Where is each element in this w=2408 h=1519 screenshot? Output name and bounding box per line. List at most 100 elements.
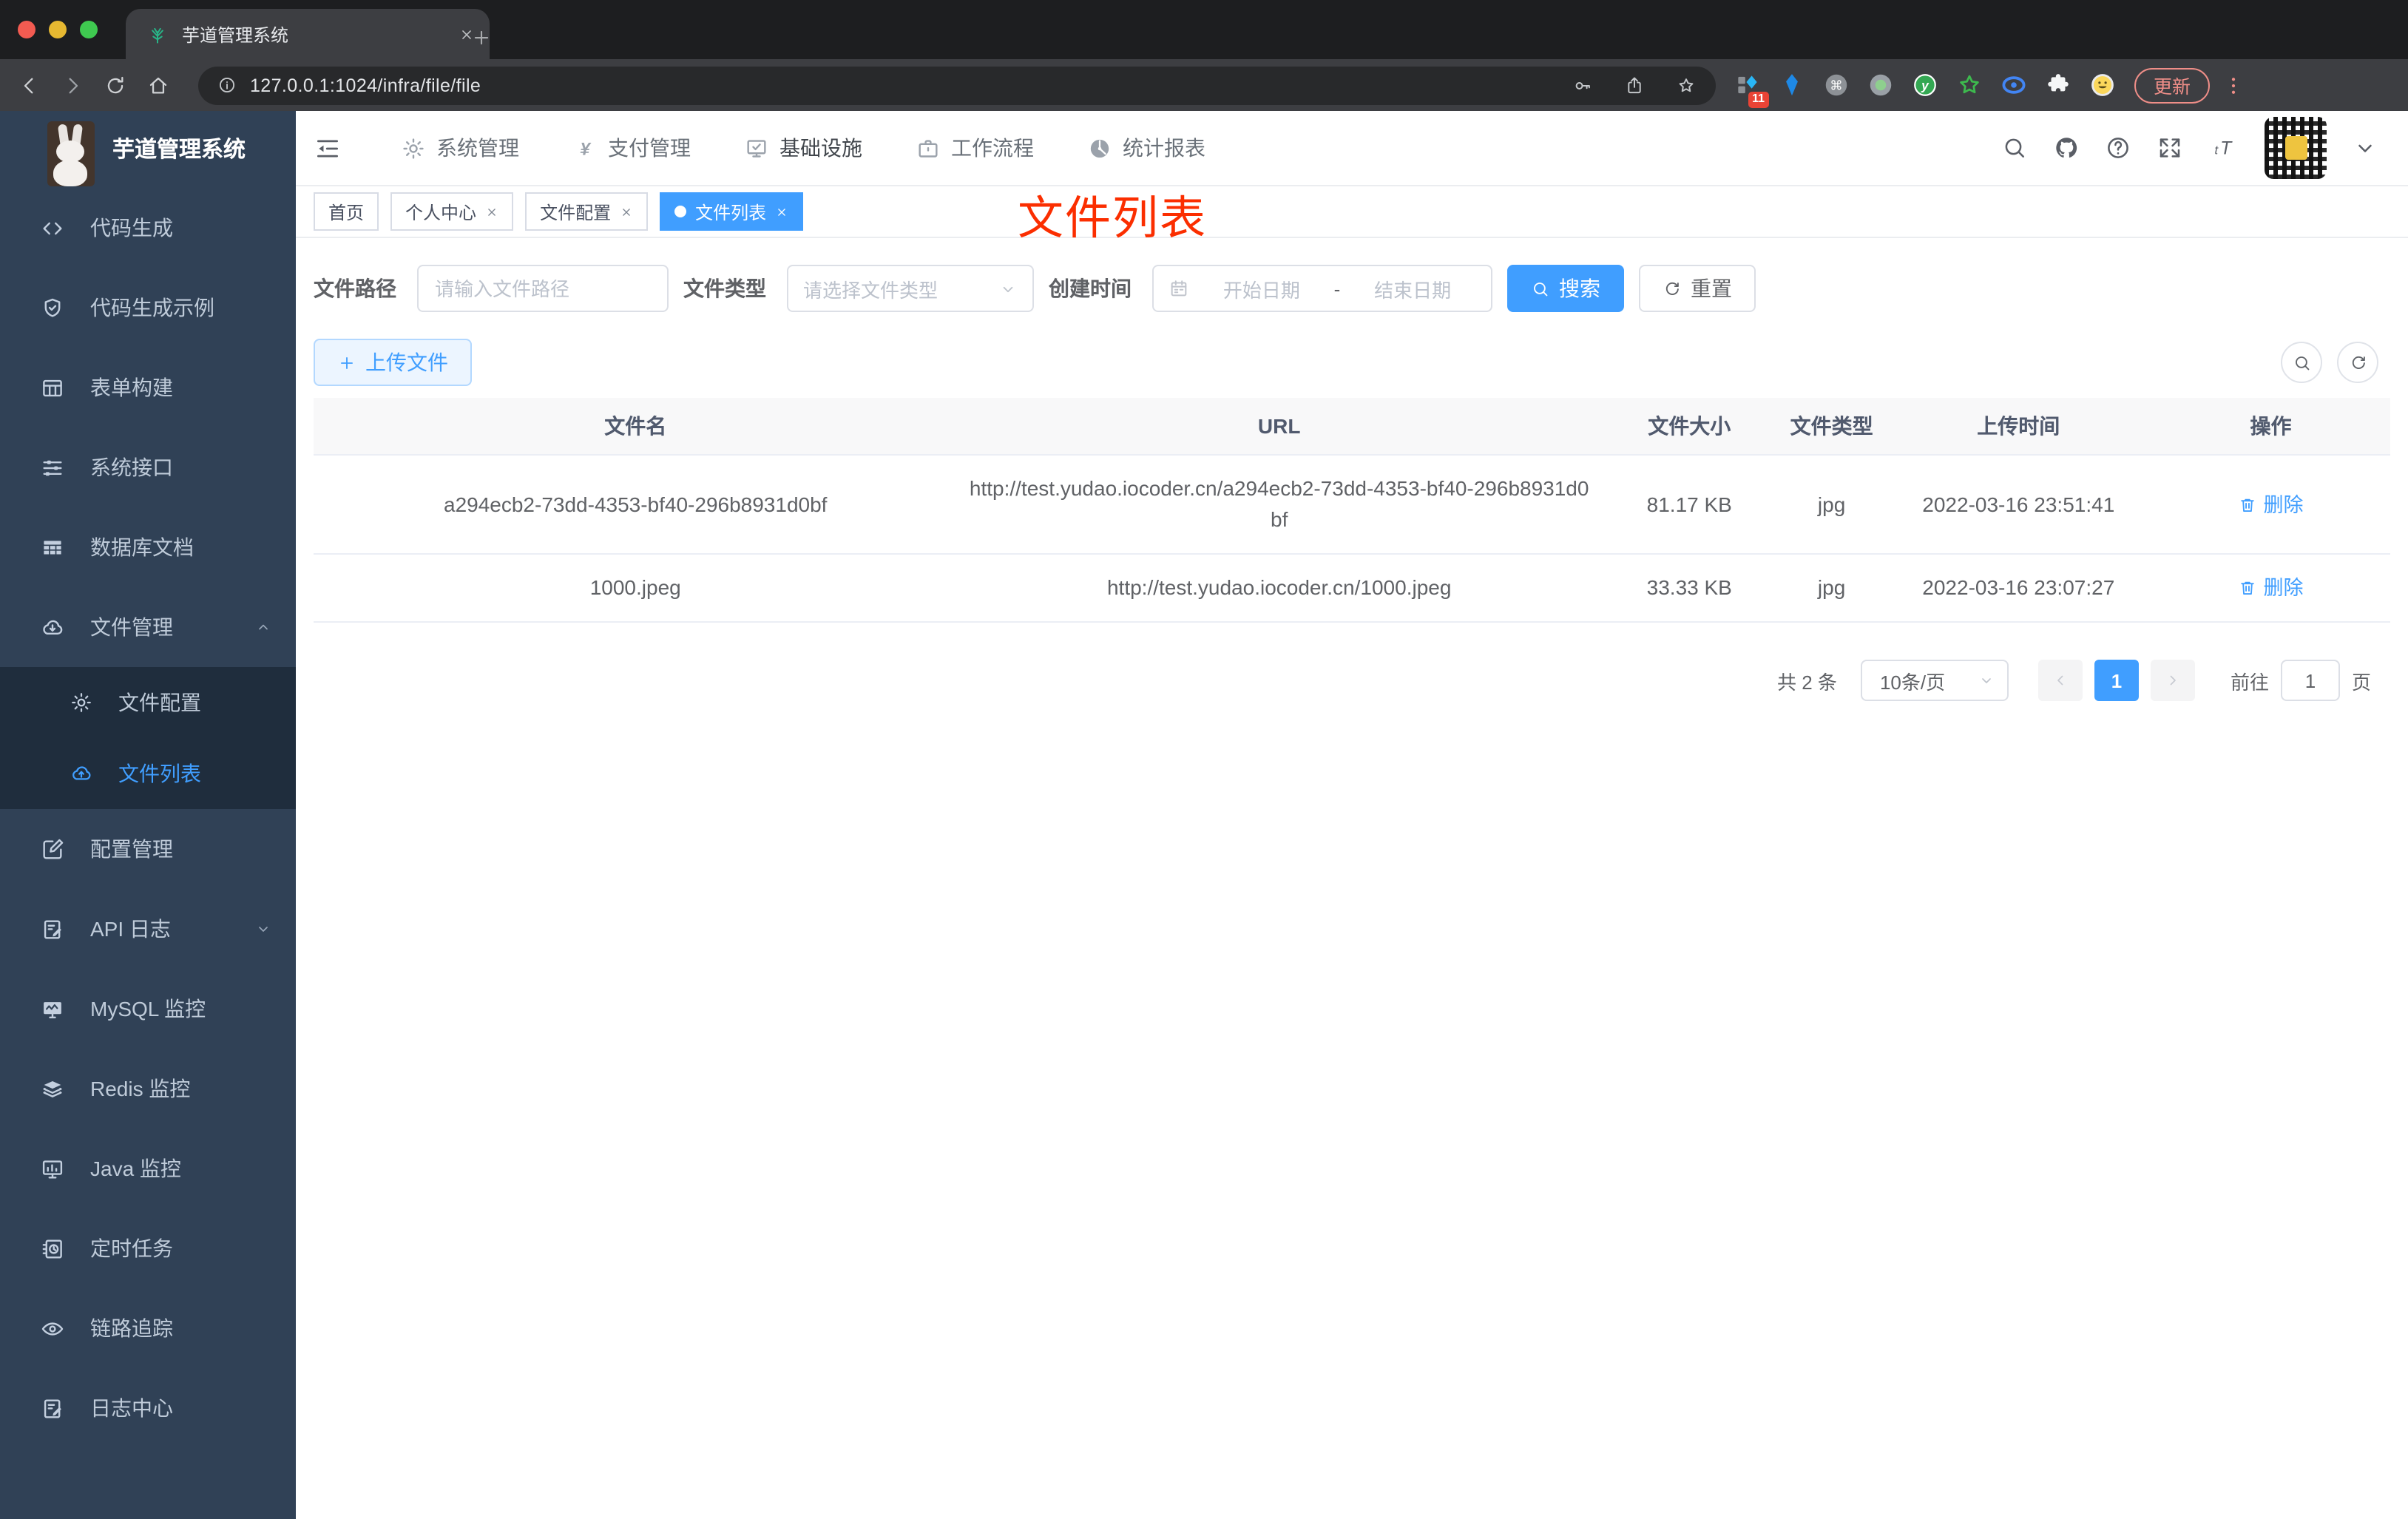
window-close-button[interactable] [18, 21, 35, 38]
top-nav-infrastructure[interactable]: 基础设施 [744, 133, 862, 163]
chevron-down-icon[interactable] [2352, 135, 2378, 161]
pagination-total: 共 2 条 [1777, 671, 1837, 693]
header-actions: tT [2001, 117, 2378, 179]
tag-file-config[interactable]: 文件配置 [525, 192, 649, 231]
tag-home[interactable]: 首页 [314, 192, 379, 231]
delete-button[interactable]: 删除 [2239, 572, 2304, 603]
page-size-value: 10条/页 [1879, 671, 1946, 693]
browser-menu-icon[interactable] [2222, 73, 2245, 97]
font-size-icon[interactable]: tT [2208, 135, 2235, 161]
help-icon[interactable] [2105, 135, 2131, 161]
reset-button[interactable]: 重置 [1639, 265, 1756, 312]
app-logo-row[interactable]: 芋道管理系统 [0, 111, 296, 186]
page-number-button[interactable]: 1 [2094, 660, 2139, 701]
file-path-input[interactable] [417, 265, 669, 312]
browser-toolbar: 127.0.0.1:1024/infra/file/file 11 ⌘ y 更新 [0, 59, 2408, 111]
extension-green-star-icon[interactable] [1955, 71, 1983, 99]
extension-emoji-icon[interactable] [2089, 71, 2117, 99]
top-nav-system[interactable]: 系统管理 [401, 133, 519, 163]
avatar-qr-image[interactable] [2265, 117, 2327, 179]
sidebar-item-tracing[interactable]: 链路追踪 [0, 1288, 296, 1368]
back-button[interactable] [18, 73, 41, 97]
reload-button[interactable] [104, 73, 127, 97]
sidebar-item-scheduled-tasks[interactable]: 定时任务 [0, 1208, 296, 1288]
extensions-puzzle-icon[interactable] [2044, 71, 2072, 99]
page-size-select[interactable]: 10条/页 [1860, 660, 2009, 701]
cell-type: jpg [1817, 575, 1846, 599]
address-bar[interactable]: 127.0.0.1:1024/infra/file/file [198, 66, 1716, 104]
top-nav-payment[interactable]: ¥ 支付管理 [572, 133, 691, 163]
database-table-icon [40, 535, 65, 560]
extension-command-icon[interactable]: ⌘ [1822, 71, 1850, 99]
top-nav-label: 工作流程 [951, 136, 1034, 160]
top-nav-reports[interactable]: 统计报表 [1087, 133, 1205, 163]
password-key-icon[interactable] [1572, 75, 1593, 95]
create-time-label: 创建时间 [1049, 277, 1132, 300]
create-time-range-picker[interactable]: 开始日期 - 结束日期 [1152, 265, 1492, 312]
sidebar-item-form-builder[interactable]: 表单构建 [0, 348, 296, 427]
extension-y-icon[interactable]: y [1911, 71, 1939, 99]
search-button[interactable]: 搜索 [1507, 265, 1624, 312]
tag-close-icon[interactable] [775, 205, 788, 218]
monitor-check-icon [744, 135, 769, 160]
browser-tab[interactable]: 芋道管理系统 [126, 9, 490, 59]
extension-eye-icon[interactable] [2000, 71, 2028, 99]
sidebar-item-config-management[interactable]: 配置管理 [0, 809, 296, 889]
sidebar-item-code-generation[interactable]: 代码生成 [0, 188, 296, 268]
sidebar-collapse-icon[interactable] [314, 134, 342, 162]
tag-close-icon[interactable] [620, 205, 633, 218]
sidebar-item-label: MySQL 监控 [90, 997, 206, 1021]
window-zoom-button[interactable] [80, 21, 98, 38]
prev-page-button[interactable] [2037, 660, 2083, 701]
edit-note-icon [40, 916, 65, 941]
tag-profile[interactable]: 个人中心 [390, 192, 514, 231]
sidebar-item-label: 文件配置 [118, 691, 201, 714]
next-page-button[interactable] [2150, 660, 2195, 701]
sidebar-item-mysql-monitor[interactable]: MySQL 监控 [0, 969, 296, 1049]
search-button-label: 搜索 [1559, 277, 1600, 300]
window-minimize-button[interactable] [49, 21, 67, 38]
page-content: 文件路径 文件类型 请选择文件类型 创建时间 [296, 238, 2408, 701]
share-icon[interactable] [1624, 75, 1645, 95]
forward-button[interactable] [61, 73, 84, 97]
tag-close-icon[interactable] [485, 205, 498, 218]
extension-gray-dot-icon[interactable] [1867, 71, 1895, 99]
file-type-select[interactable]: 请选择文件类型 [787, 265, 1034, 312]
shield-check-icon [40, 295, 65, 320]
github-icon[interactable] [2053, 135, 2080, 161]
url-text[interactable]: 127.0.0.1:1024/infra/file/file [250, 75, 1541, 95]
sidebar-item-file-config[interactable]: 文件配置 [0, 667, 296, 738]
extension-grid-icon[interactable]: 11 [1734, 71, 1769, 108]
sidebar-item-file-list[interactable]: 文件列表 [0, 738, 296, 809]
end-date-placeholder: 结束日期 [1374, 279, 1452, 301]
sidebar-item-log-center[interactable]: 日志中心 [0, 1368, 296, 1448]
goto-page-input[interactable] [2280, 660, 2340, 701]
search-icon[interactable] [2001, 135, 2028, 161]
top-nav-label: 支付管理 [608, 136, 691, 160]
site-info-icon[interactable] [217, 75, 237, 95]
delete-button[interactable]: 删除 [2239, 489, 2304, 520]
refresh-table-button[interactable] [2337, 342, 2378, 383]
top-nav-workflow[interactable]: 工作流程 [916, 133, 1034, 163]
tag-file-list[interactable]: 文件列表 [660, 192, 804, 231]
home-button[interactable] [146, 73, 170, 97]
bookmark-star-icon[interactable] [1676, 75, 1697, 95]
col-header-filename: 文件名 [604, 413, 667, 437]
calendar-icon [1169, 278, 1189, 299]
new-tab-button[interactable] [470, 27, 493, 49]
logo-rabbit-image [47, 121, 95, 186]
extension-kite-icon[interactable] [1778, 71, 1806, 99]
sidebar-item-db-doc[interactable]: 数据库文档 [0, 507, 296, 587]
sidebar-item-code-gen-example[interactable]: 代码生成示例 [0, 268, 296, 348]
sliders-icon [40, 455, 65, 480]
browser-update-button[interactable]: 更新 [2134, 67, 2211, 103]
sidebar-item-java-monitor[interactable]: Java 监控 [0, 1129, 296, 1208]
upload-file-button[interactable]: 上传文件 [314, 339, 472, 386]
sidebar-item-system-api[interactable]: 系统接口 [0, 427, 296, 507]
fullscreen-icon[interactable] [2157, 135, 2183, 161]
sidebar-item-file-management[interactable]: 文件管理 [0, 587, 296, 667]
sidebar-item-redis-monitor[interactable]: Redis 监控 [0, 1049, 296, 1129]
page-unit-label: 页 [2351, 671, 2371, 693]
sidebar-item-api-log[interactable]: API 日志 [0, 889, 296, 969]
toggle-search-button[interactable] [2281, 342, 2322, 383]
